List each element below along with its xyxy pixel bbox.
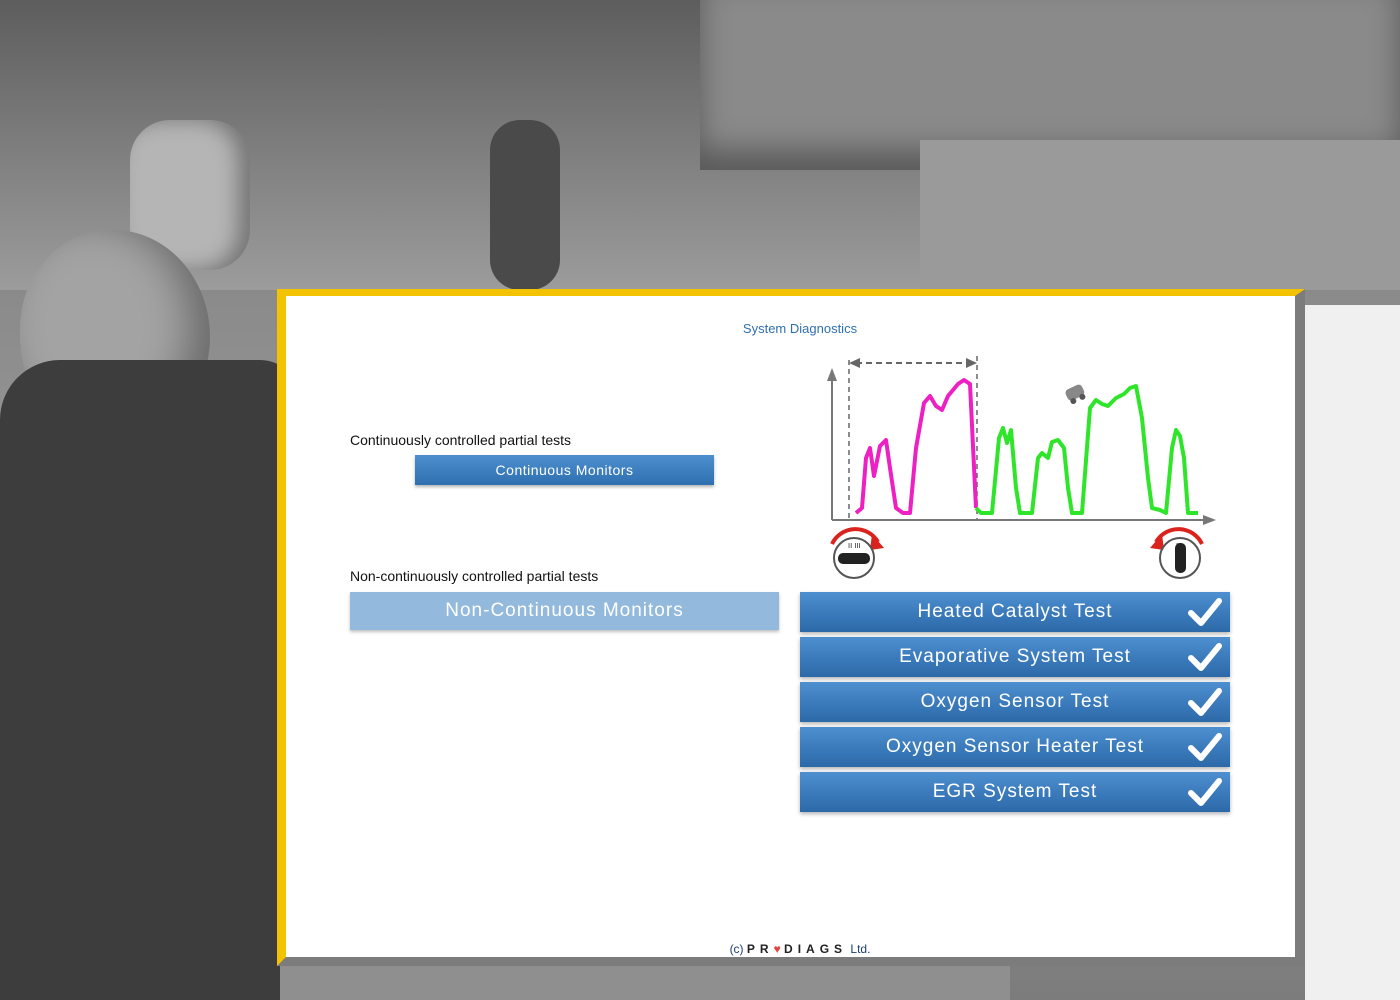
- car-icon: [1065, 384, 1086, 405]
- svg-text:II: II: [1176, 542, 1180, 550]
- oxygen-sensor-heater-test-button[interactable]: Oxygen Sensor Heater Test: [800, 727, 1230, 767]
- egr-system-test-button[interactable]: EGR System Test: [800, 772, 1230, 812]
- test-label: EGR System Test: [932, 781, 1098, 802]
- heart-icon: ♥: [773, 942, 781, 956]
- evaporative-system-test-button[interactable]: Evaporative System Test: [800, 637, 1230, 677]
- svg-text:II III: II III: [848, 542, 861, 550]
- heated-catalyst-test-button[interactable]: Heated Catalyst Test: [800, 592, 1230, 632]
- ignition-on-icon: II III: [830, 527, 884, 579]
- test-label: Evaporative System Test: [899, 646, 1131, 667]
- ignition-off-icon: II: [1150, 527, 1204, 579]
- test-label: Oxygen Sensor Heater Test: [885, 736, 1145, 757]
- test-label: Heated Catalyst Test: [917, 601, 1113, 622]
- brand-left: PR: [746, 942, 774, 956]
- continuous-monitors-button[interactable]: Continuous Monitors: [415, 455, 714, 485]
- checkmark-icon: [1188, 733, 1222, 761]
- drive-cycle-illustration: II III II: [827, 356, 1216, 579]
- non-continuous-label: Non-continuously controlled partial test…: [350, 568, 599, 584]
- checkmark-icon: [1188, 598, 1222, 626]
- page-title: System Diagnostics: [742, 321, 858, 336]
- checkmark-icon: [1188, 643, 1222, 671]
- floor-strip: [280, 960, 1010, 1000]
- test-label: Oxygen Sensor Test: [920, 691, 1110, 712]
- shock-absorber: [490, 120, 560, 290]
- lift-beam-lower: [920, 140, 1400, 290]
- checkmark-icon: [1188, 778, 1222, 806]
- continuous-label: Continuously controlled partial tests: [350, 432, 572, 448]
- copyright-footer: (c) PR♥ DIAGS Ltd.: [616, 942, 984, 956]
- mechanic-body: [0, 360, 300, 1000]
- test-list: Heated Catalyst Test Evaporative System …: [800, 592, 1230, 817]
- signal-curve-magenta: [854, 378, 978, 515]
- right-wall: [1305, 305, 1400, 1000]
- copyright-suffix: Ltd.: [850, 942, 871, 956]
- copyright-prefix: (c): [729, 942, 744, 956]
- brand-right: DIAGS: [784, 942, 848, 956]
- signal-curve-green: [974, 384, 1198, 515]
- non-continuous-monitors-button[interactable]: Non-Continuous Monitors: [350, 592, 779, 630]
- checkmark-icon: [1188, 688, 1222, 716]
- diagnostics-panel: System Diagnostics Continuously controll…: [277, 289, 1305, 966]
- oxygen-sensor-test-button[interactable]: Oxygen Sensor Test: [800, 682, 1230, 722]
